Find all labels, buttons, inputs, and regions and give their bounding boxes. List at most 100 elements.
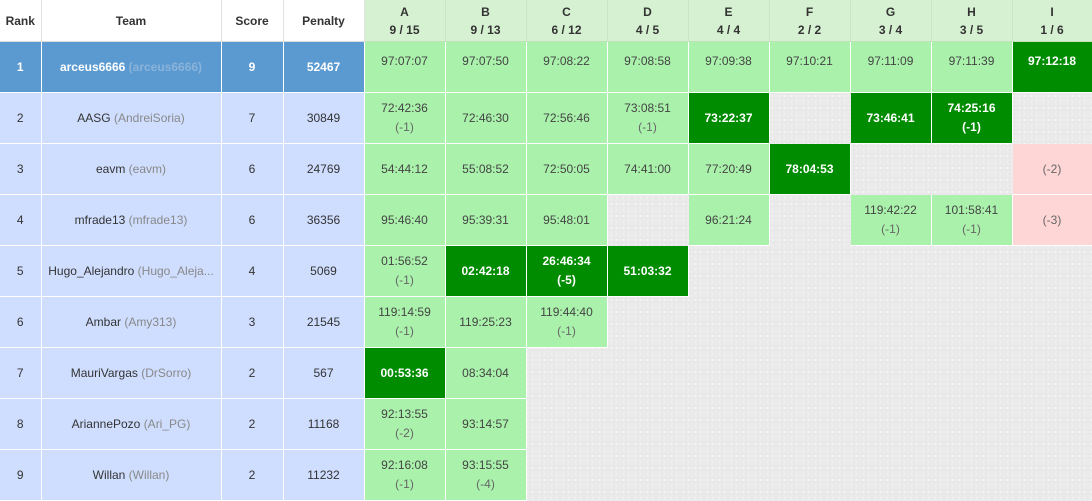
- problem-cell-e: [688, 246, 769, 297]
- problem-cell-d[interactable]: 51:03:32: [607, 245, 689, 297]
- team-cell[interactable]: Willan (Willan): [41, 449, 222, 501]
- problem-header-i[interactable]: I 1 / 6: [1012, 0, 1092, 42]
- team-name[interactable]: AriannePozo: [72, 417, 141, 431]
- problem-cell-b[interactable]: 72:46:30: [445, 92, 527, 144]
- team-name[interactable]: MauriVargas: [71, 366, 138, 380]
- problem-header-d[interactable]: D 4 / 5: [607, 0, 689, 42]
- solve-time: 78:04:53: [785, 161, 834, 176]
- problem-header-a[interactable]: A 9 / 15: [364, 0, 446, 42]
- team-cell[interactable]: mfrade13 (mfrade13): [41, 194, 222, 246]
- team-cell[interactable]: AriannePozo (Ari_PG): [41, 398, 222, 450]
- problem-cell-c[interactable]: 72:56:46: [526, 92, 608, 144]
- problem-cell-c[interactable]: 95:48:01: [526, 194, 608, 246]
- problem-cell-a[interactable]: 92:13:55 (-2): [364, 398, 446, 450]
- problem-cell-a[interactable]: 00:53:36: [364, 347, 446, 399]
- problem-header-b[interactable]: B 9 / 13: [445, 0, 527, 42]
- team-header[interactable]: Team: [41, 0, 222, 42]
- team-name[interactable]: Hugo_Alejandro: [48, 264, 134, 278]
- team-name[interactable]: eavm: [96, 162, 125, 176]
- problem-cell-e[interactable]: 77:20:49: [688, 143, 770, 195]
- problem-cell-g: [850, 450, 931, 501]
- score-cell: 7: [221, 92, 284, 144]
- problem-cell-g[interactable]: 73:46:41: [850, 92, 932, 144]
- penalty-header[interactable]: Penalty: [283, 0, 365, 42]
- problem-cell-a[interactable]: 97:07:07: [364, 41, 446, 93]
- solve-time: 01:56:52: [381, 254, 428, 268]
- problem-header-c[interactable]: C 6 / 12: [526, 0, 608, 42]
- problem-cell-h[interactable]: 74:25:16 (-1): [931, 92, 1013, 144]
- solve-time: 97:12:18: [1027, 54, 1077, 68]
- problem-letter: A: [400, 4, 409, 19]
- problem-cell-e[interactable]: 97:09:38: [688, 41, 770, 93]
- problem-solved-ratio: 1 / 6: [1040, 22, 1064, 37]
- solve-time: 97:11:39: [948, 54, 995, 68]
- problem-cell-b[interactable]: 93:15:55 (-4): [445, 449, 527, 501]
- problem-cell-b[interactable]: 93:14:57: [445, 398, 527, 450]
- problem-cell-d[interactable]: 73:08:51 (-1): [607, 92, 689, 144]
- team-name[interactable]: Ambar: [86, 315, 121, 329]
- solve-time: 95:46:40: [381, 212, 428, 227]
- solve-time: 02:42:18: [461, 263, 510, 278]
- problem-cell-a[interactable]: 01:56:52 (-1): [364, 245, 446, 297]
- problem-cell-a[interactable]: 72:42:36 (-1): [364, 92, 446, 144]
- problem-cell-f[interactable]: 97:10:21: [769, 41, 851, 93]
- problem-header-e[interactable]: E 4 / 4: [688, 0, 770, 42]
- score-cell: 4: [221, 245, 284, 297]
- team-name[interactable]: AASG: [77, 111, 110, 125]
- team-cell[interactable]: AASG (AndreiSoria): [41, 92, 222, 144]
- team-name[interactable]: Willan: [93, 468, 126, 482]
- problem-cell-d[interactable]: 97:08:58: [607, 41, 689, 93]
- problem-cell-i[interactable]: 97:12:18: [1012, 41, 1092, 93]
- problem-cell-h[interactable]: 101:58:41 (-1): [931, 194, 1013, 246]
- score-header[interactable]: Score: [221, 0, 284, 42]
- problem-cell-g: [850, 399, 931, 450]
- problem-cell-g[interactable]: 119:42:22 (-1): [850, 194, 932, 246]
- problem-header-h[interactable]: H 3 / 5: [931, 0, 1013, 42]
- problem-cell-c[interactable]: 119:44:40 (-1): [526, 296, 608, 348]
- problem-letter: E: [724, 4, 733, 19]
- problem-cell-a[interactable]: 54:44:12: [364, 143, 446, 195]
- problem-cell-f: [769, 399, 850, 450]
- problem-cell-a[interactable]: 119:14:59 (-1): [364, 296, 446, 348]
- problem-cell-i[interactable]: (-3): [1012, 194, 1092, 246]
- score-cell: 6: [221, 194, 284, 246]
- team-name[interactable]: mfrade13: [75, 213, 126, 227]
- problem-letter: H: [967, 4, 976, 19]
- problem-cell-i[interactable]: (-2): [1012, 143, 1092, 195]
- team-cell[interactable]: Ambar (Amy313): [41, 296, 222, 348]
- problem-cell-e[interactable]: 73:22:37: [688, 92, 770, 144]
- problem-cell-c[interactable]: 97:08:22: [526, 41, 608, 93]
- penalty-cell: 30849: [283, 92, 365, 144]
- team-name[interactable]: arceus6666: [60, 60, 125, 74]
- problem-cell-c[interactable]: 72:50:05: [526, 143, 608, 195]
- table-row: 1 arceus6666 (arceus6666) 9 52467 97:07:07 97…: [0, 41, 1092, 93]
- team-cell[interactable]: arceus6666 (arceus6666): [41, 41, 222, 93]
- attempts-count: (-4): [476, 477, 495, 491]
- problem-cell-b[interactable]: 08:34:04: [445, 347, 527, 399]
- problem-cell-b[interactable]: 95:39:31: [445, 194, 527, 246]
- attempts-count: (-2): [1042, 161, 1062, 176]
- problem-cell-b[interactable]: 119:25:23: [445, 296, 527, 348]
- problem-cell-c[interactable]: 26:46:34 (-5): [526, 245, 608, 297]
- problem-cell-g[interactable]: 97:11:09: [850, 41, 932, 93]
- problem-cell-a[interactable]: 92:16:08 (-1): [364, 449, 446, 501]
- problem-cell-a[interactable]: 95:46:40: [364, 194, 446, 246]
- team-cell[interactable]: MauriVargas (DrSorro): [41, 347, 222, 399]
- team-handle: (Amy313): [124, 315, 177, 329]
- problem-cell-e[interactable]: 96:21:24: [688, 194, 770, 246]
- problem-cell-f[interactable]: 78:04:53: [769, 143, 851, 195]
- problem-cell-b[interactable]: 55:08:52: [445, 143, 527, 195]
- rank-header[interactable]: Rank: [0, 0, 42, 42]
- problem-letter: F: [805, 4, 814, 19]
- problem-cell-h[interactable]: 97:11:39: [931, 41, 1013, 93]
- rank-cell: 5: [0, 245, 42, 297]
- problem-cell-b[interactable]: 97:07:50: [445, 41, 527, 93]
- problem-cell-i: [1012, 93, 1092, 144]
- problem-cell-c: [526, 399, 607, 450]
- problem-header-f[interactable]: F 2 / 2: [769, 0, 851, 42]
- team-cell[interactable]: Hugo_Alejandro (Hugo_Aleja...: [41, 245, 222, 297]
- problem-cell-d[interactable]: 74:41:00: [607, 143, 689, 195]
- team-cell[interactable]: eavm (eavm): [41, 143, 222, 195]
- problem-cell-b[interactable]: 02:42:18: [445, 245, 527, 297]
- problem-header-g[interactable]: G 3 / 4: [850, 0, 932, 42]
